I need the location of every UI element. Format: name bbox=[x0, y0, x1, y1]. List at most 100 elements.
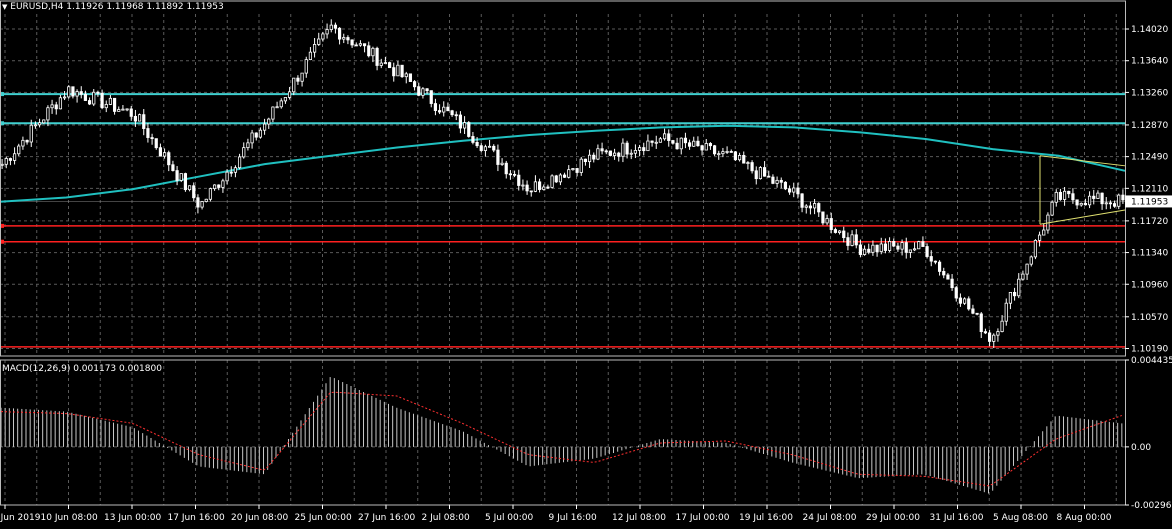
time-tick-label: 20 Jun 08:00 bbox=[231, 513, 288, 523]
candle-body bbox=[708, 143, 713, 147]
candle-body bbox=[512, 173, 517, 176]
candle-body bbox=[342, 37, 346, 40]
candle-body bbox=[308, 51, 313, 60]
candle-body bbox=[725, 151, 729, 153]
candle-body bbox=[1017, 278, 1021, 297]
candle-body bbox=[179, 173, 183, 181]
candle-body bbox=[729, 151, 733, 153]
candle-body bbox=[321, 33, 325, 40]
candle-body bbox=[629, 152, 633, 155]
candle-body bbox=[312, 44, 317, 53]
chart-window[interactable]: 1.14020 1.13640 1.13260 1.12870 1.12490 1.121… bbox=[0, 0, 1172, 526]
candle-body bbox=[712, 145, 717, 155]
candle-body bbox=[737, 155, 742, 161]
candle-body bbox=[537, 181, 542, 190]
price-tick-label: 1.12490 bbox=[1131, 153, 1168, 163]
candle-body bbox=[842, 230, 846, 239]
macd-tick-label: 0.00 bbox=[1131, 443, 1151, 453]
candle-body bbox=[96, 91, 100, 94]
candle-body bbox=[171, 164, 175, 171]
candle-body bbox=[100, 92, 104, 109]
candle-body bbox=[492, 145, 496, 151]
candle-body bbox=[883, 243, 888, 251]
candle-body bbox=[750, 162, 754, 172]
candle-body bbox=[1012, 292, 1017, 297]
candle-body bbox=[779, 179, 783, 183]
candle-body bbox=[42, 119, 46, 124]
candle-body bbox=[208, 188, 213, 200]
candle-body bbox=[1021, 273, 1025, 280]
candle-body bbox=[142, 114, 146, 129]
candle-body bbox=[571, 168, 575, 171]
candle-body bbox=[521, 184, 525, 187]
candle-body bbox=[79, 91, 83, 95]
candle-body bbox=[642, 147, 646, 152]
candle-body bbox=[975, 312, 979, 315]
candle-body bbox=[983, 331, 988, 334]
candle-body bbox=[358, 43, 363, 46]
candle-body bbox=[637, 147, 642, 151]
candle-body bbox=[487, 145, 492, 148]
candle-body bbox=[475, 141, 479, 147]
candle-body bbox=[667, 133, 671, 141]
candle-body bbox=[621, 142, 625, 157]
candle-body bbox=[608, 150, 613, 156]
candle-body bbox=[1071, 193, 1075, 201]
candle-body bbox=[29, 124, 33, 143]
candle-body bbox=[500, 162, 504, 165]
price-tick-label: 1.10570 bbox=[1131, 313, 1168, 323]
candle-body bbox=[567, 169, 571, 178]
candle-body bbox=[796, 187, 800, 195]
candle-body bbox=[854, 234, 858, 246]
candle-body bbox=[542, 186, 546, 190]
candle-body bbox=[742, 155, 746, 164]
price-tick-label: 1.10190 bbox=[1131, 344, 1168, 354]
price-tick-label: 1.10960 bbox=[1131, 280, 1168, 290]
candle-body bbox=[937, 261, 942, 272]
candle-body bbox=[533, 181, 538, 192]
candle-body bbox=[325, 29, 329, 35]
candle-body bbox=[1087, 195, 1092, 206]
candle-body bbox=[700, 145, 704, 151]
candle-body bbox=[808, 205, 813, 209]
candle-body bbox=[783, 181, 788, 190]
candle-body bbox=[550, 175, 554, 188]
candle-body bbox=[946, 274, 950, 280]
candle-body bbox=[967, 298, 971, 310]
candle-body bbox=[371, 47, 375, 57]
candle-body bbox=[617, 152, 621, 157]
candle-body bbox=[658, 138, 663, 143]
candle-body bbox=[817, 203, 821, 213]
candle-body bbox=[87, 100, 92, 105]
dropdown-triangle-icon[interactable]: ▼ bbox=[2, 3, 7, 11]
candle-body bbox=[787, 188, 792, 193]
candle-body bbox=[50, 104, 54, 109]
candle-body bbox=[479, 145, 483, 151]
candle-body bbox=[858, 244, 863, 255]
candle-body bbox=[837, 230, 842, 233]
candle-body bbox=[17, 145, 21, 155]
candle-body bbox=[108, 97, 113, 105]
candle-body bbox=[908, 249, 913, 253]
time-tick-label: 17 Jun 16:00 bbox=[168, 513, 225, 523]
time-tick-label: 9 Jul 16:00 bbox=[549, 513, 598, 523]
candle-body bbox=[1075, 199, 1079, 206]
candle-body bbox=[196, 197, 200, 208]
candle-body bbox=[912, 248, 917, 251]
candle-body bbox=[762, 167, 767, 177]
candle-body bbox=[1025, 263, 1029, 275]
candle-body bbox=[954, 287, 958, 299]
candle-body bbox=[408, 73, 413, 82]
candle-body bbox=[404, 73, 408, 78]
candle-body bbox=[212, 184, 217, 190]
candle-body bbox=[833, 229, 838, 233]
candle-body bbox=[508, 173, 513, 176]
candle-body bbox=[154, 138, 158, 149]
chart-canvas[interactable]: 1.14020 1.13640 1.13260 1.12870 1.12490 1.121… bbox=[0, 0, 1172, 526]
candle-body bbox=[1004, 302, 1008, 322]
candle-body bbox=[125, 108, 129, 111]
candle-body bbox=[1083, 202, 1088, 206]
time-tick-label: 12 Jul 08:00 bbox=[612, 513, 666, 523]
candle-body bbox=[829, 218, 833, 230]
candle-body bbox=[900, 242, 904, 250]
